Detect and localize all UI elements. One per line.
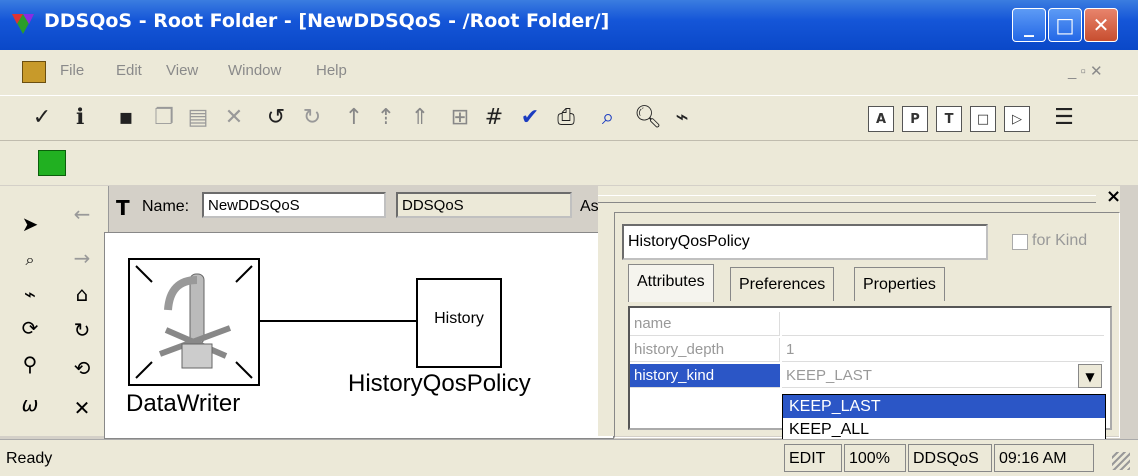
up-plus-icon[interactable]: ⇡	[372, 104, 400, 132]
attr-name-cell: history_depth	[630, 338, 780, 362]
kind-field	[396, 192, 572, 218]
zoom-region-tool-icon[interactable]: ⌕	[16, 246, 44, 274]
view-button-box[interactable]: □	[970, 106, 996, 132]
up-dot-icon[interactable]: ⇑	[406, 104, 434, 132]
up-icon[interactable]: ↑	[340, 104, 368, 132]
menu-view[interactable]: View	[166, 62, 198, 79]
redo-icon[interactable]: ↻	[298, 104, 326, 132]
aspect-label: As	[580, 198, 599, 215]
connect-icon[interactable]: ⌁	[668, 104, 696, 132]
set-mode-icon[interactable]: ⟳	[16, 314, 44, 342]
list-icon[interactable]: ☰	[1050, 104, 1078, 132]
app-logo-icon	[10, 12, 36, 36]
menu-file[interactable]: File	[60, 62, 84, 79]
back-arrow-icon[interactable]: ←	[68, 200, 96, 228]
history-policy-label: HistoryQosPolicy	[348, 370, 531, 397]
tab-attributes[interactable]: Attributes	[628, 264, 714, 302]
history-node[interactable]: History	[416, 278, 502, 368]
grid-icon[interactable]: #	[480, 104, 508, 132]
attr-name-cell: name	[630, 312, 780, 336]
document-icon	[22, 61, 46, 83]
paradigm-icon[interactable]	[38, 150, 66, 176]
faucet-icon	[135, 265, 253, 379]
pointer-tool-icon[interactable]: ➤	[16, 210, 44, 238]
undo-icon[interactable]: ↺	[262, 104, 290, 132]
cycle-icon[interactable]: ⟲	[68, 354, 96, 382]
copy-icon[interactable]: ❐	[150, 104, 178, 132]
delete-tool-icon[interactable]: ✕	[68, 394, 96, 422]
option-keep-all[interactable]: KEEP_ALL	[783, 418, 1105, 441]
option-keep-last[interactable]: KEEP_LAST	[783, 395, 1105, 418]
forward-arrow-icon[interactable]: →	[68, 244, 96, 272]
validate-icon[interactable]: ✔	[516, 104, 544, 132]
layout-icon[interactable]: ⊞	[446, 104, 474, 132]
info-icon[interactable]: ℹ	[66, 104, 94, 132]
check-icon[interactable]: ✓	[28, 104, 56, 132]
for-kind-label: for Kind	[1032, 232, 1088, 249]
minimize-button[interactable]: _	[1012, 8, 1046, 42]
close-button[interactable]: ✕	[1084, 8, 1118, 42]
rotate-icon[interactable]: ↻	[68, 316, 96, 344]
status-text: Ready	[6, 450, 53, 467]
status-paradigm: DDSQoS	[908, 444, 992, 472]
find-icon[interactable]: ⌕	[594, 104, 622, 132]
type-icon: T	[116, 196, 130, 220]
datawriter-label: DataWriter	[126, 390, 241, 417]
tab-preferences[interactable]: Preferences	[730, 267, 835, 301]
menu-edit[interactable]: Edit	[116, 62, 142, 79]
view-button-arrow[interactable]: ▷	[1004, 106, 1030, 132]
history-kind-dropdown: KEEP_LAST KEEP_ALL	[782, 394, 1106, 444]
visualize-tool-icon[interactable]: ω	[16, 390, 44, 418]
object-name-input[interactable]	[622, 224, 988, 260]
resize-grip-icon[interactable]	[1112, 452, 1130, 470]
datawriter-node[interactable]	[128, 258, 260, 386]
status-mode: EDIT	[784, 444, 842, 472]
secondary-toolbar	[0, 140, 1138, 185]
attr-name-cell: history_kind	[630, 364, 780, 388]
view-button-t[interactable]: T	[936, 106, 962, 132]
connection-line[interactable]	[258, 320, 416, 322]
view-button-p[interactable]: P	[902, 106, 928, 132]
menu-help[interactable]: Help	[316, 62, 347, 79]
print-icon[interactable]: ⎙	[552, 104, 580, 132]
mdi-controls[interactable]: _ ▫ ✕	[1068, 62, 1103, 80]
panel-grip[interactable]	[598, 195, 1096, 203]
save-icon[interactable]: ▪	[112, 104, 140, 132]
zoom-tool-icon[interactable]: ⚲	[16, 350, 44, 378]
history-node-label: History	[434, 310, 484, 327]
panel-close-button[interactable]: ×	[1106, 186, 1121, 207]
tab-properties[interactable]: Properties	[854, 267, 945, 301]
maximize-button[interactable]: □	[1048, 8, 1082, 42]
for-kind-checkbox[interactable]	[1012, 234, 1028, 250]
menu-window[interactable]: Window	[228, 62, 281, 79]
title-bar[interactable]: DDSQoS - Root Folder - [NewDDSQoS - /Roo…	[0, 0, 1138, 50]
name-input[interactable]	[202, 192, 386, 218]
delete-icon[interactable]: ✕	[220, 104, 248, 132]
attr-value-cell[interactable]: 1	[782, 338, 1104, 362]
attr-value-cell[interactable]	[782, 312, 1104, 336]
view-button-a[interactable]: A	[868, 106, 894, 132]
name-label: Name:	[142, 198, 190, 215]
status-time: 09:16 AM	[994, 444, 1094, 472]
window-title: DDSQoS - Root Folder - [NewDDSQoS - /Roo…	[44, 10, 610, 32]
status-zoom: 100%	[844, 444, 906, 472]
home-icon[interactable]: ⌂	[68, 280, 96, 308]
history-kind-select[interactable]: KEEP_LAST	[782, 364, 1078, 388]
paste-icon[interactable]: ▤	[184, 104, 212, 132]
dropdown-arrow-button[interactable]: ▼	[1078, 364, 1102, 388]
connect-tool-icon[interactable]: ⌁	[16, 280, 44, 308]
zoom-icon[interactable]: 🔍︎	[634, 104, 662, 132]
